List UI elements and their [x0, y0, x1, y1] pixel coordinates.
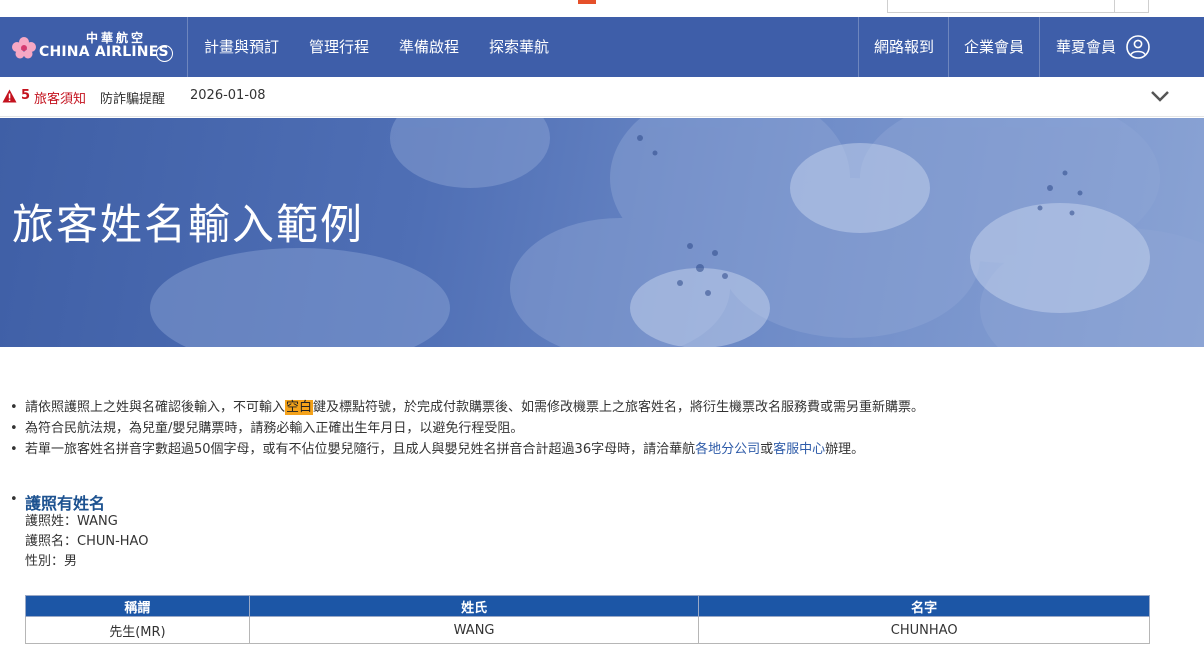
utility-bar: [0, 0, 1204, 17]
cell-surname: WANG: [248, 616, 700, 644]
list-item: 若單一旅客姓名拼音字數超過50個字母，或有不佔位嬰兒隨行，且成人與嬰兒姓名拼音合…: [8, 439, 924, 460]
warning-icon: [2, 89, 17, 103]
cell-given-name: CHUNHAO: [698, 616, 1150, 644]
nav-explore[interactable]: 探索華航: [489, 17, 549, 77]
divider: [948, 17, 949, 77]
passport-given-name: 護照名：CHUN-HAO: [25, 534, 149, 549]
column-header-given-name: 名字: [698, 595, 1150, 617]
branch-offices-link[interactable]: 各地分公司: [695, 442, 760, 457]
nav-prepare-to-travel[interactable]: 準備啟程: [399, 17, 459, 77]
note-text: 請依照護照上之姓與名確認後輸入，不可輸入: [25, 400, 286, 415]
nav-online-checkin[interactable]: 網路報到: [874, 17, 934, 77]
note-text: 或: [760, 442, 774, 457]
page-title: 旅客姓名輸入範例: [12, 200, 365, 249]
main-navbar: 中華航空 CHINA AIRLINES 計畫與預訂 管理行程 準備啟程 探索華航…: [0, 17, 1204, 77]
nav-plan-and-book[interactable]: 計畫與預訂: [204, 17, 279, 77]
list-item: 為符合民航法規，為兒童/嬰兒購票時，請務必輸入正確出生年月日，以避免行程受阻。: [8, 418, 924, 439]
divider: [1039, 17, 1040, 77]
notice-date: 2026-01-08: [190, 88, 266, 103]
china-airlines-logo[interactable]: 中華航空 CHINA AIRLINES: [10, 29, 180, 65]
customer-service-link[interactable]: 客服中心: [773, 442, 825, 457]
nav-corporate-members[interactable]: 企業會員: [964, 17, 1024, 77]
note-text: 若單一旅客姓名拼音字數超過50個字母，或有不佔位嬰兒隨行，且成人與嬰兒姓名拼音合…: [25, 442, 696, 457]
name-example-table: 稱謂 姓氏 名字 先生(MR) WANG CHUNHAO: [25, 595, 1150, 644]
skyteam-globe-icon: [156, 45, 173, 62]
divider: [187, 17, 188, 77]
plum-blossom-icon: [12, 37, 36, 59]
passport-gender: 性別：男: [25, 554, 78, 569]
notice-headline-link[interactable]: 防詐騙提醒: [100, 88, 165, 107]
notice-bar: 5 旅客須知 防詐騙提醒 2026-01-08: [0, 77, 1204, 117]
site-search-input[interactable]: [887, 0, 1149, 13]
notice-title[interactable]: 旅客須知: [34, 88, 86, 107]
chevron-down-icon[interactable]: [1149, 85, 1171, 107]
notes-list: 請依照護照上之姓與名確認後輸入，不可輸入空白鍵及標點符號，於完成付款購票後、如需…: [8, 397, 924, 460]
notice-count[interactable]: 5: [21, 88, 30, 103]
table-header-row: 稱謂 姓氏 名字: [25, 595, 1150, 617]
note-text: 辦理。: [825, 442, 865, 457]
divider: [858, 17, 859, 77]
highlighted-text: 空白: [285, 400, 314, 415]
section-title: 護照有姓名: [8, 490, 148, 513]
nav-dynasty-flyer[interactable]: 華夏會員: [1056, 17, 1116, 77]
search-icon[interactable]: [1114, 0, 1148, 12]
hero-banner: 旅客姓名輸入範例: [0, 118, 1204, 347]
language-flag-icon[interactable]: [578, 0, 596, 4]
column-header-surname: 姓氏: [248, 595, 700, 617]
list-item: 請依照護照上之姓與名確認後輸入，不可輸入空白鍵及標點符號，於完成付款購票後、如需…: [8, 397, 924, 418]
table-row: 先生(MR) WANG CHUNHAO: [25, 616, 1150, 644]
user-circle-icon[interactable]: [1126, 35, 1150, 59]
column-header-title: 稱謂: [25, 595, 250, 617]
passport-surname: 護照姓：WANG: [25, 514, 118, 529]
logo-english-text: CHINA AIRLINES: [39, 44, 169, 60]
note-text: 鍵及標點符號，於完成付款購票後、如需修改機票上之旅客姓名，將衍生機票改名服務費或…: [313, 400, 925, 415]
cell-title: 先生(MR): [25, 616, 250, 644]
passport-example-section: 護照有姓名 護照姓：WANG 護照名：CHUN-HAO 性別：男: [8, 490, 148, 572]
nav-manage-trip[interactable]: 管理行程: [309, 17, 369, 77]
